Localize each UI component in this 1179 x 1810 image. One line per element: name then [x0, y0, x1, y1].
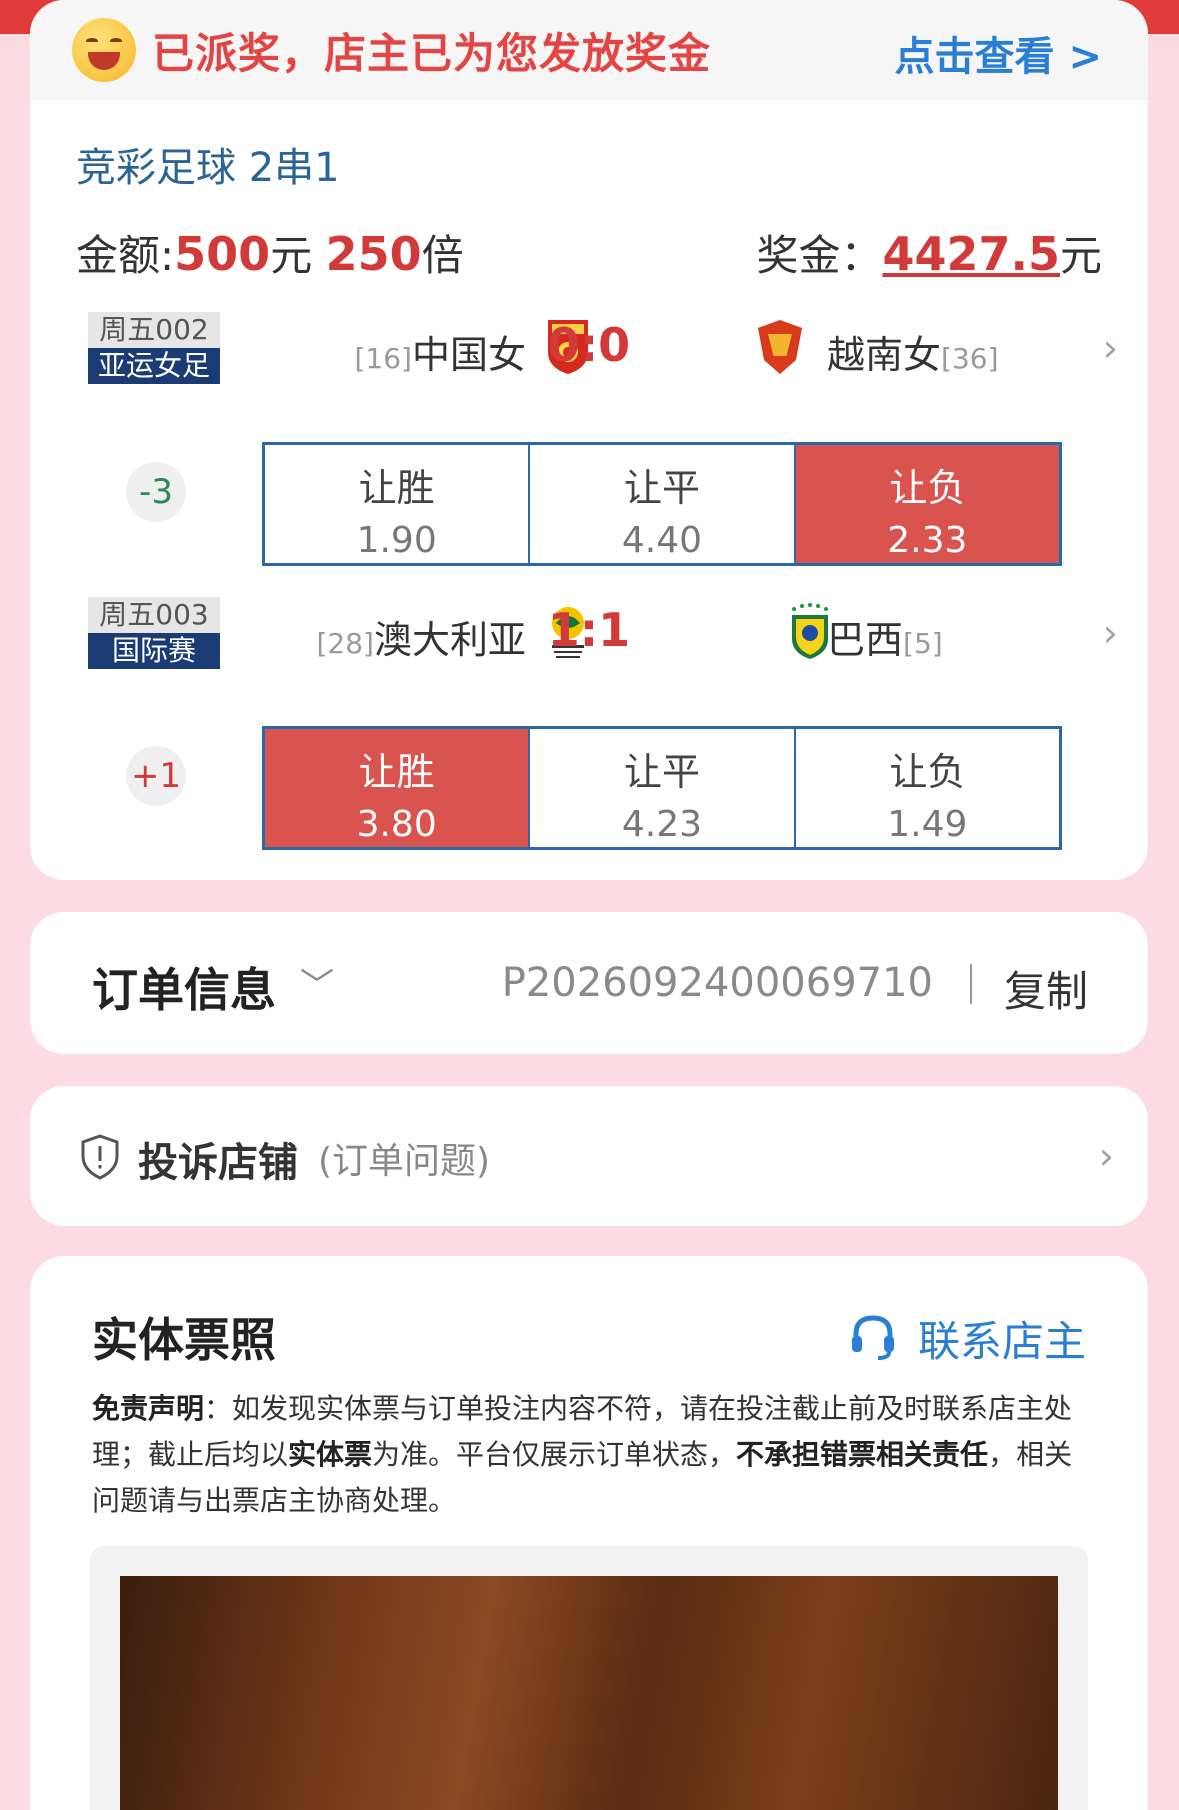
away-rank: [36]	[941, 342, 999, 375]
chevron-right-icon: ›	[1098, 1134, 1114, 1178]
laughing-emoji-icon	[72, 18, 136, 82]
disclaimer-bold: 不承担错票相关责任	[736, 1438, 989, 1471]
match-score: 1:1	[547, 603, 631, 657]
prize-label: 奖金：	[756, 231, 883, 280]
headset-icon[interactable]	[848, 1312, 898, 1362]
odds-option-lose[interactable]: 让负 1.49	[795, 729, 1059, 847]
vietnam-badge-icon	[758, 320, 802, 374]
prize-line: 奖金：4427.5元	[756, 222, 1102, 283]
odds-label: 让平	[623, 466, 700, 510]
odds-selector: 让胜 3.80 让平 4.23 让负 1.49	[262, 726, 1062, 850]
odds-value: 1.90	[356, 520, 437, 561]
odds-selector: 让胜 1.90 让平 4.40 让负 2.33	[262, 442, 1062, 566]
ticket-title: 实体票照	[92, 1313, 276, 1367]
multiple-unit: 倍	[421, 231, 464, 280]
prize-value: 4427.5	[882, 227, 1060, 281]
odds-label: 让平	[623, 750, 700, 794]
odds-value: 4.40	[621, 520, 703, 561]
match-row[interactable]: [16]中国女 0:0 越南女[36] ›	[30, 318, 1148, 378]
view-link[interactable]: 点击查看 >	[895, 24, 1102, 82]
order-info-title[interactable]: 订单信息	[92, 954, 276, 1020]
banner-text: 已派奖，店主已为您发放奖金	[152, 29, 712, 78]
away-team: 越南女[36]	[827, 324, 999, 379]
handicap-badge: -3	[126, 462, 186, 522]
contact-owner-button[interactable]: 联系店主	[918, 1308, 1086, 1369]
amount-line: 金额:500元 250倍	[76, 222, 464, 283]
handicap-badge: +1	[126, 746, 186, 806]
multiple-value: 250	[325, 227, 422, 281]
odds-option-draw[interactable]: 让平 4.23	[530, 729, 796, 847]
complaint-card[interactable]: 投诉店铺 (订单问题) ›	[30, 1086, 1148, 1226]
prize-unit: 元	[1059, 231, 1102, 280]
divider	[970, 964, 972, 1004]
amount-label: 金额:	[76, 231, 175, 280]
lottery-title: 竞彩足球 2串1	[76, 145, 340, 191]
odds-value: 1.49	[887, 804, 968, 845]
disclaimer-part: 为准。平台仅展示订单状态，	[372, 1438, 737, 1471]
ticket-photo-card: 实体票照 联系店主 免责声明：如发现实体票与订单投注内容不符，请在投注截止前及时…	[30, 1256, 1148, 1810]
chevron-right-icon: ›	[1102, 326, 1118, 370]
odds-value: 4.23	[621, 804, 703, 845]
odds-option-win[interactable]: 让胜 3.80	[265, 729, 531, 847]
away-team-name: 越南女	[827, 333, 942, 377]
shield-alert-icon	[81, 1134, 119, 1180]
ticket-photo[interactable]	[120, 1576, 1058, 1810]
chevron-right-icon: ›	[1102, 611, 1118, 655]
odds-label: 让负	[889, 750, 966, 794]
odds-label: 让胜	[358, 750, 435, 794]
odds-label: 让负	[889, 466, 966, 510]
away-team: 巴西[5]	[827, 609, 943, 664]
copy-button[interactable]: 复制	[1004, 958, 1088, 1019]
chevron-down-icon[interactable]: ﹀	[300, 958, 334, 1007]
odds-option-draw[interactable]: 让平 4.40	[530, 445, 796, 563]
amount-value: 500	[174, 227, 271, 281]
odds-option-win[interactable]: 让胜 1.90	[265, 445, 531, 563]
order-info-card: 订单信息 ﹀ P2026092400069710 复制	[30, 912, 1148, 1054]
odds-option-lose[interactable]: 让负 2.33	[795, 445, 1059, 563]
complaint-title: 投诉店铺	[138, 1140, 298, 1186]
complaint-subtitle: (订单问题)	[318, 1141, 491, 1182]
odds-label: 让胜	[358, 466, 435, 510]
photo-frame	[90, 1546, 1088, 1810]
odds-value: 2.33	[887, 520, 968, 561]
odds-value: 3.80	[356, 804, 437, 845]
bet-card: 已派奖，店主已为您发放奖金 点击查看 > 竞彩足球 2串1 金额:500元 25…	[30, 0, 1148, 880]
away-team-name: 巴西	[827, 618, 904, 662]
payout-banner[interactable]: 已派奖，店主已为您发放奖金 点击查看 >	[30, 0, 1148, 100]
disclaimer-bold: 实体票	[288, 1438, 373, 1471]
order-number: P2026092400069710	[501, 960, 933, 1006]
disclaimer-text: 免责声明：如发现实体票与订单投注内容不符，请在投注截止前及时联系店主处理；截止后…	[92, 1386, 1086, 1524]
disclaimer-heading: 免责声明	[92, 1392, 205, 1425]
amount-unit: 元	[270, 231, 313, 280]
away-rank: [5]	[903, 627, 943, 660]
match-row[interactable]: [28]澳大利亚 1:1 巴西[5] ›	[30, 603, 1148, 663]
